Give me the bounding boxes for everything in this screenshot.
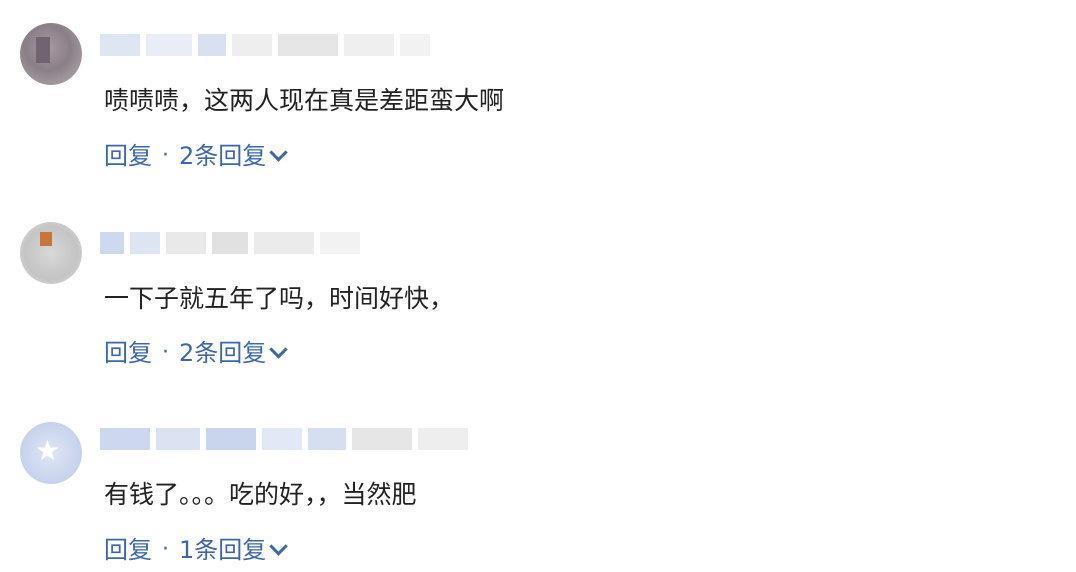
chevron-down-icon[interactable]: [269, 536, 288, 556]
comment-actions: 回复 · 2条回复: [104, 338, 288, 368]
avatar[interactable]: [20, 23, 82, 85]
reply-button[interactable]: 回复: [104, 535, 152, 565]
reply-button[interactable]: 回复: [104, 141, 152, 171]
avatar[interactable]: [20, 222, 82, 284]
comment-actions: 回复 · 1条回复: [104, 535, 288, 565]
comment-item: 啧啧啧，这两人现在真是差距蛮大啊 回复 · 2条回复: [0, 0, 1076, 190]
comment-text: 一下子就五年了吗，时间好快，: [104, 284, 455, 313]
chevron-down-icon[interactable]: [269, 339, 288, 359]
comment-item: ★ 有钱了。。。吃的好，，当然肥 回复 · 1条回复: [0, 400, 1076, 572]
separator-dot: ·: [162, 340, 169, 365]
view-replies-button[interactable]: 1条回复: [179, 535, 266, 565]
comment-text: 啧啧啧，这两人现在真是差距蛮大啊: [104, 86, 505, 115]
view-replies-button[interactable]: 2条回复: [179, 338, 266, 368]
username-blurred[interactable]: [100, 32, 430, 58]
username-blurred[interactable]: [100, 426, 468, 452]
separator-dot: ·: [162, 537, 169, 562]
username-blurred[interactable]: [100, 230, 360, 256]
comment-actions: 回复 · 2条回复: [104, 141, 288, 171]
comment-text: 有钱了。。。吃的好，，当然肥: [104, 480, 417, 509]
chevron-down-icon[interactable]: [269, 142, 288, 162]
reply-button[interactable]: 回复: [104, 338, 152, 368]
view-replies-button[interactable]: 2条回复: [179, 141, 266, 171]
comment-item: 一下子就五年了吗，时间好快， 回复 · 2条回复: [0, 200, 1076, 390]
separator-dot: ·: [162, 143, 169, 168]
avatar[interactable]: ★: [20, 422, 82, 484]
